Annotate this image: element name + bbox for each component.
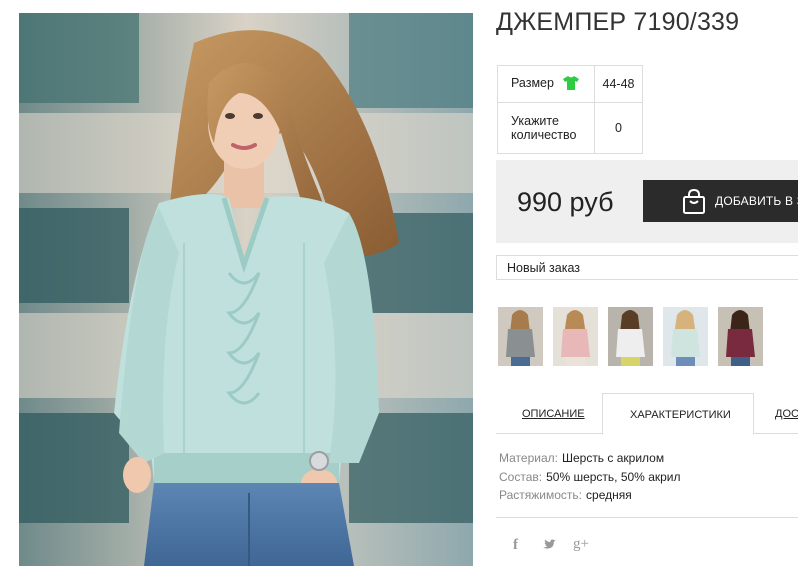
shopping-bag-icon (682, 188, 706, 218)
tab-characteristics-label: ХАРАКТЕРИСТИКИ (630, 409, 731, 421)
product-title: ДЖЕМПЕР 7190/339 (496, 8, 740, 36)
spec-row: Материал: Шерсть с акрилом (499, 449, 681, 468)
tshirt-icon[interactable] (563, 75, 580, 93)
price-box: 990 руб ДОБАВИТЬ В ЗАКАЗ (496, 160, 798, 243)
spec-row: Растяжимость: средняя (499, 486, 681, 505)
quantity-label-line2: количество (511, 128, 577, 142)
product-tabs: ОПИСАНИЕ ХАРАКТЕРИСТИКИ ДОС (496, 393, 798, 435)
product-options-table: Размер 44-48 Укажите количество 0 (497, 65, 643, 154)
thumbnail-white[interactable] (608, 307, 653, 366)
product-details: ДЖЕМПЕР 7190/339 Размер 44-48 Укажите ко… (496, 0, 798, 566)
spec-key: Растяжимость: (499, 488, 583, 502)
size-label: Размер (511, 75, 554, 90)
tab-characteristics[interactable]: ХАРАКТЕРИСТИКИ (602, 393, 754, 435)
size-value[interactable]: 44-48 (594, 65, 643, 103)
twitter-icon[interactable] (542, 538, 556, 554)
add-to-order-button[interactable]: ДОБАВИТЬ В ЗАКАЗ (643, 180, 798, 222)
thumbnail-grey[interactable] (498, 307, 543, 366)
thumbnail-pink[interactable] (553, 307, 598, 366)
tab-description[interactable]: ОПИСАНИЕ (496, 393, 604, 434)
quantity-input[interactable]: 0 (594, 102, 643, 154)
tab-delivery-label: ДОС (775, 408, 798, 420)
spec-value: средняя (586, 488, 632, 502)
tab-description-label: ОПИСАНИЕ (522, 408, 585, 420)
add-to-order-label: ДОБАВИТЬ В ЗАКАЗ (715, 194, 798, 208)
order-select[interactable]: Новый заказ (496, 255, 798, 280)
product-page: ДЖЕМПЕР 7190/339 Размер 44-48 Укажите ко… (0, 0, 798, 566)
divider (496, 517, 798, 518)
main-product-photo[interactable] (19, 13, 473, 566)
tab-delivery[interactable]: ДОС (754, 393, 798, 434)
spec-row: Состав: 50% шерсть, 50% акрил (499, 468, 681, 487)
quantity-label-line1: Укажите (511, 114, 559, 128)
spec-value: 50% шерсть, 50% акрил (546, 469, 681, 484)
google-plus-icon[interactable]: g+ (573, 536, 589, 553)
spec-value: Шерсть с акрилом (561, 451, 665, 465)
characteristics-list: Материал: Шерсть с акрилом Состав: 50% шер… (499, 449, 681, 505)
spec-key: Материал: (499, 451, 558, 465)
spec-key: Состав: (499, 469, 543, 484)
size-label-cell: Размер (497, 65, 595, 103)
thumbnail-burgundy[interactable] (718, 307, 763, 366)
quantity-label-cell: Укажите количество (497, 102, 595, 154)
product-price: 990 руб (517, 187, 614, 217)
facebook-icon[interactable]: f (513, 537, 518, 554)
thumbnail-mint[interactable] (663, 307, 708, 366)
